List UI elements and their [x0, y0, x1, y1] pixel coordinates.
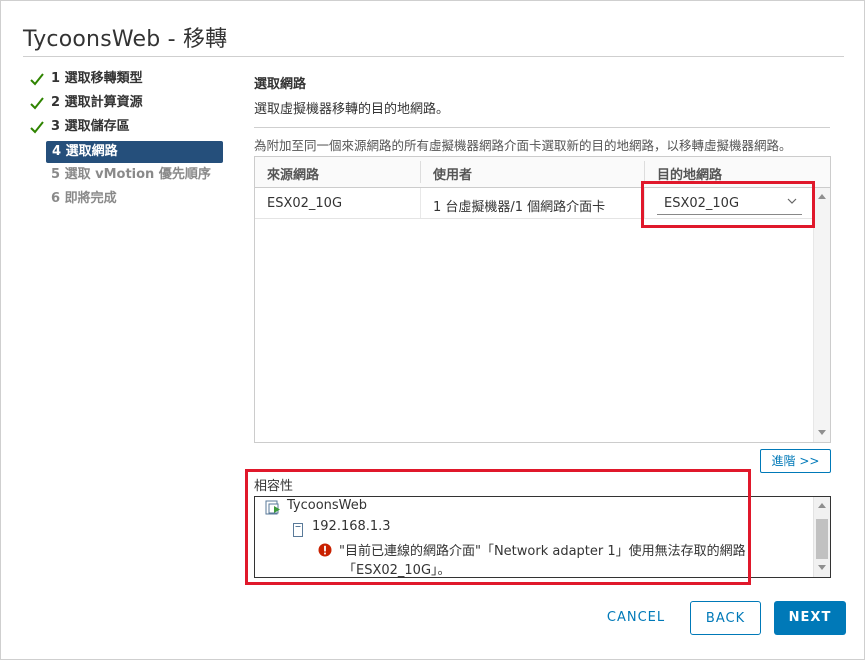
step-5-label: 5 選取 vMotion 優先順序 [51, 167, 211, 182]
scroll-down-icon[interactable] [818, 565, 826, 570]
content-divider [254, 127, 830, 128]
main-content: 選取網路 選取虛擬機器移轉的目的地網路。 為附加至同一個來源網路的所有虛擬機器網… [254, 73, 830, 153]
step-6-label: 6 即將完成 [51, 191, 117, 206]
step-5: 5 選取 vMotion 優先順序 [29, 165, 239, 189]
checkmark-icon [30, 97, 44, 110]
step-1[interactable]: 1 選取移轉類型 [29, 69, 239, 93]
back-button[interactable]: BACK [690, 601, 761, 635]
scroll-down-icon[interactable] [818, 430, 826, 435]
highlight-box [245, 469, 751, 585]
cell-source-network: ESX02_10G [267, 196, 343, 211]
column-separator [644, 161, 645, 183]
dialog-title: TycoonsWeb - 移轉 [23, 27, 228, 52]
column-separator [420, 161, 421, 183]
page-heading: 選取網路 [254, 77, 307, 92]
scroll-thumb[interactable] [816, 519, 828, 559]
compatibility-scrollbar[interactable] [813, 497, 830, 577]
checkmark-icon [30, 121, 44, 134]
column-separator [420, 188, 421, 218]
advanced-button[interactable]: 進階 >> [760, 449, 831, 473]
wizard-steps: 1 選取移轉類型 2 選取計算資源 3 選取儲存區 4 選取網路 5 選取 vM… [29, 69, 239, 213]
checkmark-icon [30, 73, 44, 86]
step-4[interactable]: 4 選取網路 [46, 141, 223, 163]
step-2-label: 2 選取計算資源 [51, 95, 143, 110]
next-button[interactable]: NEXT [774, 601, 846, 635]
step-3[interactable]: 3 選取儲存區 [29, 117, 239, 141]
page-description: 為附加至同一個來源網路的所有虛擬機器網路介面卡選取新的目的地網路，以移轉虛擬機器… [254, 138, 792, 153]
step-4-label: 4 選取網路 [52, 144, 118, 159]
scroll-up-icon[interactable] [818, 194, 826, 199]
step-6: 6 即將完成 [29, 189, 239, 213]
grid-scrollbar[interactable] [813, 188, 830, 442]
step-1-label: 1 選取移轉類型 [51, 71, 143, 86]
cancel-button[interactable]: CANCEL [597, 601, 675, 635]
column-users[interactable]: 使用者 [433, 164, 472, 183]
column-source-network[interactable]: 來源網路 [267, 164, 319, 183]
scroll-up-icon[interactable] [818, 503, 826, 508]
migrate-dialog: TycoonsWeb - 移轉 1 選取移轉類型 2 選取計算資源 3 選取儲存… [0, 0, 865, 660]
title-divider [23, 56, 844, 57]
step-3-label: 3 選取儲存區 [51, 119, 130, 134]
cell-users: 1 台虛擬機器/1 個網路介面卡 [433, 200, 606, 215]
step-2[interactable]: 2 選取計算資源 [29, 93, 239, 117]
highlight-box [641, 181, 815, 228]
page-subheading: 選取虛擬機器移轉的目的地網路。 [254, 102, 450, 117]
